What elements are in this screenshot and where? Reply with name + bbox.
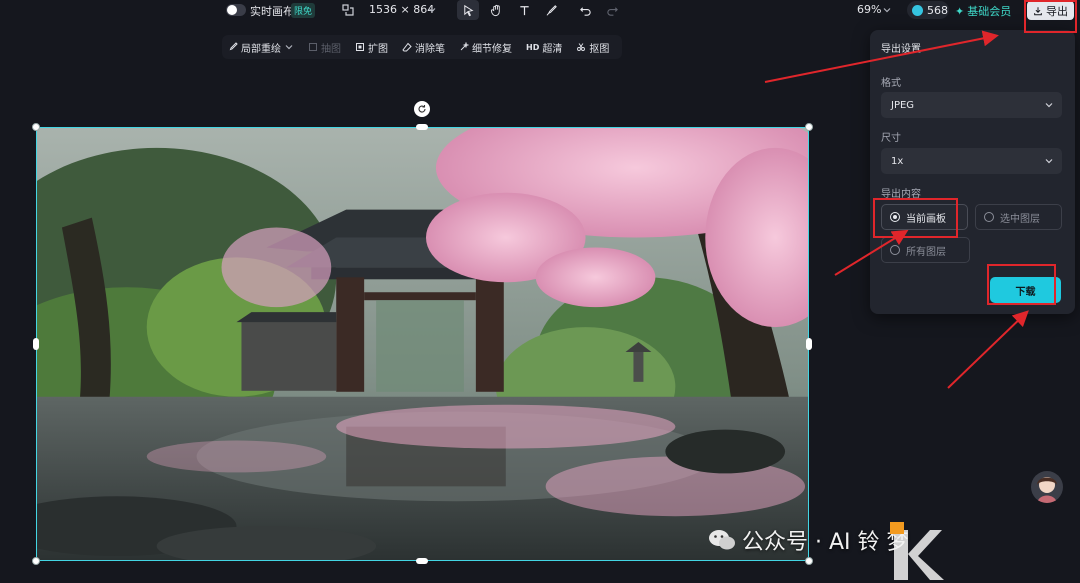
zoom-level[interactable]: 69% (857, 3, 881, 16)
redo-icon (606, 6, 618, 16)
resize-handle-top[interactable] (416, 124, 428, 130)
radio-unchecked-icon (890, 245, 900, 255)
avatar-icon (1037, 477, 1057, 503)
membership-link[interactable]: ✦ 基础会员 (955, 3, 1011, 19)
watermark-text: 公众号 · AI 铃 梦 (742, 530, 909, 555)
detail-fix-button[interactable]: 细节修复 (459, 40, 512, 55)
membership-label: 基础会员 (967, 5, 1012, 18)
artwork-image (37, 128, 808, 560)
option-label: 所有图层 (906, 246, 946, 258)
realtime-canvas-label: 实时画布 (250, 5, 294, 18)
top-toolbar: 实时画布 限免 1536 × 864 69% 568 ✦ 基础会员 导出 (0, 0, 1080, 22)
cutout-icon (577, 43, 586, 51)
outpaint-button[interactable]: 扩图 (355, 40, 388, 55)
wechat-icon (709, 530, 735, 550)
chevron-down-icon (1045, 103, 1053, 108)
brush-icon (229, 42, 238, 51)
cutout-button[interactable]: 抠图 (576, 40, 609, 55)
hd-icon: HD (526, 42, 540, 52)
eraser-label: 消除笔 (415, 43, 445, 55)
eraser-icon (402, 42, 412, 52)
cursor-icon (463, 4, 474, 16)
chevron-down-icon (1045, 159, 1053, 164)
select-tool-button[interactable] (457, 0, 479, 20)
rotate-icon (418, 105, 426, 113)
inpaint-label: 局部重绘 (241, 43, 281, 55)
cutout-label: 抠图 (589, 43, 610, 55)
chevron-down-icon[interactable] (427, 5, 437, 15)
chevron-down-icon[interactable] (882, 5, 892, 15)
highlight-export-button (1024, 0, 1077, 33)
option-all-layers[interactable]: 所有图层 (881, 237, 970, 263)
eraser-button[interactable]: 消除笔 (402, 40, 445, 55)
resize-handle-top-right[interactable] (805, 123, 813, 131)
radio-unchecked-icon (984, 212, 994, 222)
credits-count: 568 (927, 3, 948, 17)
canvas-artboard[interactable] (36, 127, 809, 561)
undo-icon (579, 6, 591, 16)
rotate-handle[interactable] (414, 101, 430, 117)
extract-label: 抽图 (321, 43, 341, 55)
hand-tool-button[interactable] (485, 0, 507, 20)
panel-title: 导出设置 (881, 44, 921, 55)
format-select[interactable]: JPEG (881, 92, 1062, 118)
canvas-size-icon[interactable] (341, 3, 355, 17)
canvas-size-value[interactable]: 1536 × 864 (369, 3, 434, 16)
extract-button[interactable]: 抽图 (308, 40, 341, 55)
credits-badge[interactable]: 568 (907, 1, 949, 19)
format-value: JPEG (891, 99, 915, 111)
size-value: 1x (891, 155, 904, 167)
brush-tool-button[interactable] (540, 0, 562, 20)
option-selected-layer[interactable]: 选中图层 (975, 204, 1062, 230)
highlight-download-button (987, 264, 1056, 305)
resize-handle-top-left[interactable] (32, 123, 40, 131)
detail-fix-label: 细节修复 (472, 43, 512, 55)
upscale-label: 超清 (542, 43, 563, 55)
resize-handle-bottom-left[interactable] (32, 557, 40, 565)
brand-logo-icon (890, 522, 944, 580)
size-select[interactable]: 1x (881, 148, 1062, 174)
size-label: 尺寸 (881, 133, 901, 144)
resize-handle-bottom-right[interactable] (805, 557, 813, 565)
crop-icon (309, 43, 317, 51)
coin-icon (912, 4, 923, 16)
free-badge: 限免 (291, 3, 316, 18)
text-tool-button[interactable] (513, 0, 535, 20)
option-label: 选中图层 (1000, 213, 1040, 225)
upscale-button[interactable]: HD 超清 (526, 40, 562, 55)
undo-button[interactable] (574, 0, 596, 20)
expand-icon (356, 43, 364, 51)
format-label: 格式 (881, 78, 901, 89)
hand-icon (490, 4, 500, 16)
realtime-canvas-toggle[interactable] (226, 4, 246, 16)
text-icon (519, 5, 529, 15)
chevron-down-icon (285, 45, 293, 50)
sparkle-icon (460, 42, 469, 51)
highlight-current-artboard (873, 198, 958, 238)
pen-icon (546, 4, 557, 16)
resize-handle-bottom[interactable] (416, 558, 428, 564)
image-edit-toolbar: 局部重绘 抽图 扩图 消除笔 细节修复 HD 超清 抠图 (222, 35, 622, 59)
resize-handle-right[interactable] (806, 338, 812, 350)
redo-button[interactable] (601, 0, 623, 20)
sparkle-icon: ✦ (955, 4, 965, 18)
outpaint-label: 扩图 (368, 43, 388, 55)
watermark: 公众号 · AI 铃 梦 (708, 524, 909, 556)
resize-handle-left[interactable] (33, 338, 39, 350)
inpaint-button[interactable]: 局部重绘 (228, 40, 294, 55)
assistant-avatar[interactable] (1031, 471, 1063, 503)
